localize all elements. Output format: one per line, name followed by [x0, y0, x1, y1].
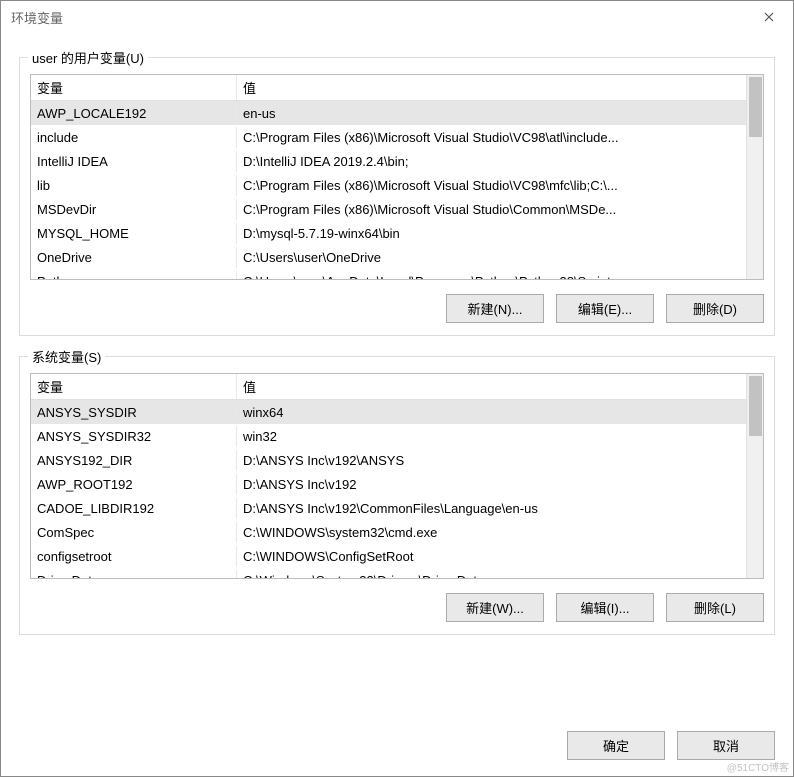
scrollbar-thumb[interactable]	[749, 77, 762, 137]
var-value-cell: C:\Users\user\AppData\Local\Programs\Pyt…	[237, 271, 763, 281]
titlebar: 环境变量	[1, 1, 793, 33]
col-header-name[interactable]: 变量	[31, 374, 237, 399]
var-value-cell: C:\WINDOWS\ConfigSetRoot	[237, 546, 763, 567]
table-row[interactable]: ANSYS_SYSDIR32win32	[31, 424, 763, 448]
table-row[interactable]: AWP_LOCALE192en-us	[31, 101, 763, 125]
var-value-cell: C:\Users\user\OneDrive	[237, 247, 763, 268]
var-value-cell: D:\ANSYS Inc\v192\ANSYS	[237, 450, 763, 471]
table-header: 变量 值	[31, 75, 763, 101]
close-icon	[764, 12, 774, 22]
dialog-footer: 确定 取消	[1, 721, 793, 776]
var-value-cell: D:\mysql-5.7.19-winx64\bin	[237, 223, 763, 244]
var-value-cell: C:\Program Files (x86)\Microsoft Visual …	[237, 175, 763, 196]
user-vars-buttons: 新建(N)... 编辑(E)... 删除(D)	[30, 294, 764, 323]
var-name-cell: AWP_LOCALE192	[31, 103, 237, 124]
table-row[interactable]: MYSQL_HOMED:\mysql-5.7.19-winx64\bin	[31, 221, 763, 245]
var-value-cell: C:\Windows\System32\Drivers\DriverData	[237, 570, 763, 580]
var-name-cell: Path	[31, 271, 237, 281]
var-value-cell: D:\IntelliJ IDEA 2019.2.4\bin;	[237, 151, 763, 172]
system-vars-label: 系统变量(S)	[28, 347, 105, 366]
var-value-cell: win32	[237, 426, 763, 447]
col-header-name[interactable]: 变量	[31, 75, 237, 100]
var-name-cell: configsetroot	[31, 546, 237, 567]
system-vars-group: 系统变量(S) 变量 值 ANSYS_SYSDIRwinx64ANSYS_SYS…	[19, 356, 775, 635]
var-name-cell: ComSpec	[31, 522, 237, 543]
col-header-value[interactable]: 值	[237, 75, 763, 100]
var-name-cell: CADOE_LIBDIR192	[31, 498, 237, 519]
table-row[interactable]: ComSpecC:\WINDOWS\system32\cmd.exe	[31, 520, 763, 544]
scrollbar-thumb[interactable]	[749, 376, 762, 436]
var-value-cell: C:\Program Files (x86)\Microsoft Visual …	[237, 199, 763, 220]
table-row[interactable]: AWP_ROOT192D:\ANSYS Inc\v192	[31, 472, 763, 496]
user-vars-table[interactable]: 变量 值 AWP_LOCALE192en-usincludeC:\Program…	[30, 74, 764, 280]
var-value-cell: D:\ANSYS Inc\v192	[237, 474, 763, 495]
ok-button[interactable]: 确定	[567, 731, 665, 760]
var-value-cell: D:\ANSYS Inc\v192\CommonFiles\Language\e…	[237, 498, 763, 519]
var-name-cell: DriverData	[31, 570, 237, 580]
table-row[interactable]: MSDevDirC:\Program Files (x86)\Microsoft…	[31, 197, 763, 221]
scrollbar[interactable]	[746, 374, 763, 578]
var-value-cell: winx64	[237, 402, 763, 423]
var-value-cell: C:\Program Files (x86)\Microsoft Visual …	[237, 127, 763, 148]
new-user-var-button[interactable]: 新建(N)...	[446, 294, 544, 323]
table-row[interactable]: PathC:\Users\user\AppData\Local\Programs…	[31, 269, 763, 280]
edit-user-var-button[interactable]: 编辑(E)...	[556, 294, 654, 323]
edit-system-var-button[interactable]: 编辑(I)...	[556, 593, 654, 622]
table-header: 变量 值	[31, 374, 763, 400]
var-value-cell: en-us	[237, 103, 763, 124]
var-name-cell: OneDrive	[31, 247, 237, 268]
table-row[interactable]: configsetrootC:\WINDOWS\ConfigSetRoot	[31, 544, 763, 568]
table-row[interactable]: includeC:\Program Files (x86)\Microsoft …	[31, 125, 763, 149]
delete-system-var-button[interactable]: 删除(L)	[666, 593, 764, 622]
user-vars-label: user 的用户变量(U)	[28, 48, 148, 67]
table-row[interactable]: CADOE_LIBDIR192D:\ANSYS Inc\v192\CommonF…	[31, 496, 763, 520]
system-vars-table[interactable]: 变量 值 ANSYS_SYSDIRwinx64ANSYS_SYSDIR32win…	[30, 373, 764, 579]
col-header-value[interactable]: 值	[237, 374, 763, 399]
table-row[interactable]: IntelliJ IDEAD:\IntelliJ IDEA 2019.2.4\b…	[31, 149, 763, 173]
cancel-button[interactable]: 取消	[677, 731, 775, 760]
var-value-cell: C:\WINDOWS\system32\cmd.exe	[237, 522, 763, 543]
delete-user-var-button[interactable]: 删除(D)	[666, 294, 764, 323]
var-name-cell: ANSYS_SYSDIR32	[31, 426, 237, 447]
table-row[interactable]: DriverDataC:\Windows\System32\Drivers\Dr…	[31, 568, 763, 579]
scrollbar[interactable]	[746, 75, 763, 279]
var-name-cell: lib	[31, 175, 237, 196]
var-name-cell: MYSQL_HOME	[31, 223, 237, 244]
table-row[interactable]: libC:\Program Files (x86)\Microsoft Visu…	[31, 173, 763, 197]
system-vars-buttons: 新建(W)... 编辑(I)... 删除(L)	[30, 593, 764, 622]
close-button[interactable]	[749, 3, 789, 31]
new-system-var-button[interactable]: 新建(W)...	[446, 593, 544, 622]
var-name-cell: include	[31, 127, 237, 148]
var-name-cell: ANSYS192_DIR	[31, 450, 237, 471]
system-vars-rows: ANSYS_SYSDIRwinx64ANSYS_SYSDIR32win32ANS…	[31, 400, 763, 579]
window-title: 环境变量	[11, 8, 63, 27]
table-row[interactable]: OneDriveC:\Users\user\OneDrive	[31, 245, 763, 269]
var-name-cell: ANSYS_SYSDIR	[31, 402, 237, 423]
dialog-body: user 的用户变量(U) 变量 值 AWP_LOCALE192en-usinc…	[1, 33, 793, 721]
var-name-cell: IntelliJ IDEA	[31, 151, 237, 172]
table-row[interactable]: ANSYS_SYSDIRwinx64	[31, 400, 763, 424]
user-vars-group: user 的用户变量(U) 变量 值 AWP_LOCALE192en-usinc…	[19, 57, 775, 336]
var-name-cell: AWP_ROOT192	[31, 474, 237, 495]
var-name-cell: MSDevDir	[31, 199, 237, 220]
table-row[interactable]: ANSYS192_DIRD:\ANSYS Inc\v192\ANSYS	[31, 448, 763, 472]
user-vars-rows: AWP_LOCALE192en-usincludeC:\Program File…	[31, 101, 763, 280]
env-vars-dialog: 环境变量 user 的用户变量(U) 变量 值 AWP_LOCALE192en-…	[0, 0, 794, 777]
